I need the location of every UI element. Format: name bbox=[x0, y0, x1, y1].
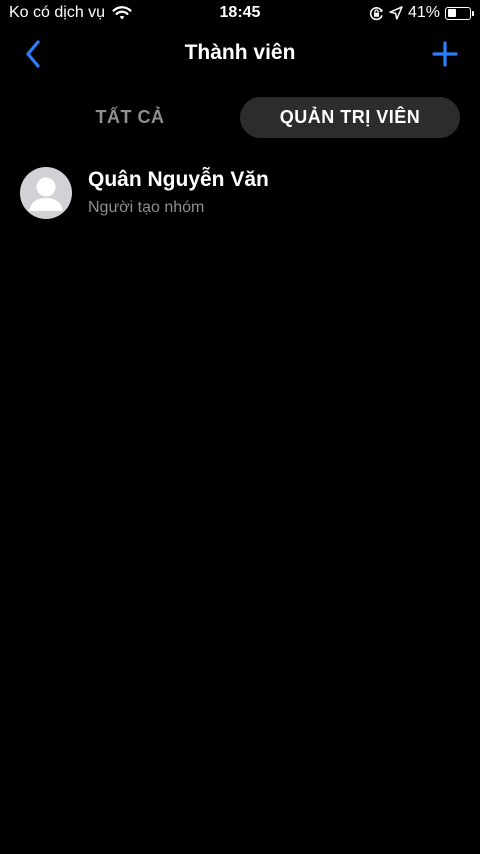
battery-icon bbox=[445, 6, 474, 20]
battery-percent: 41% bbox=[407, 4, 440, 21]
member-list-item[interactable]: Quân Nguyễn Văn Người tạo nhóm bbox=[0, 160, 480, 226]
avatar bbox=[20, 167, 72, 219]
status-bar: Ko có dịch vụ 18:45 41% bbox=[0, 0, 480, 28]
member-name: Quân Nguyễn Văn bbox=[88, 168, 269, 191]
page-title: Thành viên bbox=[184, 41, 296, 64]
navigation-bar: Thành viên bbox=[0, 28, 480, 80]
member-filter-tabs: TẤT CẢ QUẢN TRỊ VIÊN bbox=[20, 97, 460, 138]
tab-admins[interactable]: QUẢN TRỊ VIÊN bbox=[240, 97, 460, 138]
tab-all[interactable]: TẤT CẢ bbox=[20, 97, 240, 138]
plus-icon bbox=[432, 41, 458, 67]
member-role: Người tạo nhóm bbox=[88, 199, 205, 216]
orientation-lock-icon bbox=[369, 6, 383, 20]
battery-level-fill bbox=[447, 9, 456, 17]
default-avatar-icon bbox=[29, 177, 63, 211]
add-member-button[interactable] bbox=[428, 38, 462, 70]
location-arrow-icon bbox=[389, 6, 403, 20]
status-right-group: 41% bbox=[369, 4, 474, 22]
